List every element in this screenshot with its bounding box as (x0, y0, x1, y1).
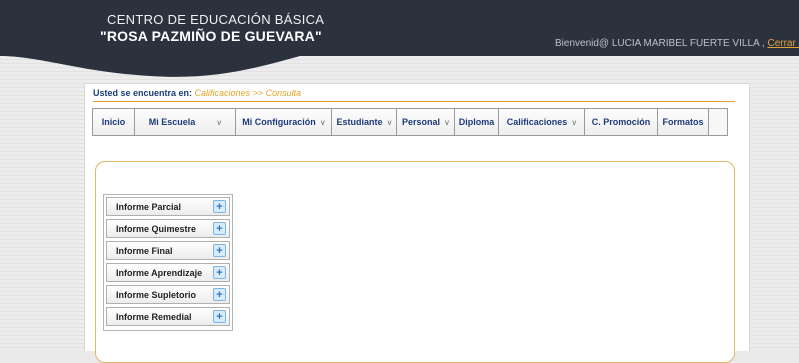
menu-item-mi-escuela[interactable]: Mi Escuela v (135, 109, 236, 135)
plus-icon: + (213, 266, 226, 279)
breadcrumb-prefix: Usted se encuentra en: (93, 88, 193, 98)
menu-item-label: Personal (401, 117, 441, 127)
report-button-parcial[interactable]: Informe Parcial + (106, 197, 230, 216)
welcome-message: Bienvenid@ LUCIA MARIBEL FUERTE VILLA , … (555, 38, 799, 49)
report-label: Informe Quimestre (116, 223, 197, 234)
menu-item-label: Inicio (101, 117, 126, 127)
welcome-text: Bienvenid@ LUCIA MARIBEL FUERTE VILLA , (555, 38, 765, 49)
report-button-supletorio[interactable]: Informe Supletorio + (106, 285, 230, 304)
menu-item-label: Diploma (458, 117, 495, 127)
plus-icon: + (213, 200, 226, 213)
menu-item-personal[interactable]: Personal v (397, 109, 455, 135)
school-name-line1: CENTRO DE EDUCACIÓN BÁSICA (107, 12, 325, 27)
menu-item-label: Calificaciones (506, 117, 568, 127)
menu-item-formatos[interactable]: Formatos (658, 109, 709, 135)
main-menu: Inicio Mi Escuela v Mi Configuración v Est… (92, 108, 728, 136)
report-button-final[interactable]: Informe Final + (106, 241, 230, 260)
chevron-down-icon: v (320, 118, 325, 127)
breadcrumb-divider (93, 101, 735, 102)
chevron-down-icon: v (445, 118, 450, 127)
report-list: Informe Parcial + Informe Quimestre + In… (103, 194, 233, 331)
plus-icon: + (213, 310, 226, 323)
report-label: Informe Remedial (116, 311, 192, 322)
chevron-down-icon: v (572, 118, 577, 127)
breadcrumb: Usted se encuentra en: Calificaciones >>… (93, 88, 301, 98)
menu-item-estudiante[interactable]: Estudiante v (332, 109, 397, 135)
menu-item-c-promocion[interactable]: C. Promoción (585, 109, 658, 135)
report-label: Informe Aprendizaje (116, 267, 203, 278)
menu-item-label: Mi Configuración (242, 117, 316, 127)
plus-icon: + (213, 222, 226, 235)
report-button-remedial[interactable]: Informe Remedial + (106, 307, 230, 326)
report-button-quimestre[interactable]: Informe Quimestre + (106, 219, 230, 238)
plus-icon: + (213, 288, 226, 301)
menu-item-inicio[interactable]: Inicio (93, 109, 135, 135)
menu-item-calificaciones[interactable]: Calificaciones v (499, 109, 585, 135)
report-button-aprendizaje[interactable]: Informe Aprendizaje + (106, 263, 230, 282)
menu-item-label: C. Promoción (591, 117, 651, 127)
breadcrumb-path[interactable]: Calificaciones >> Consulta (195, 88, 302, 98)
chevron-down-icon: v (217, 118, 222, 127)
menu-item-diploma[interactable]: Diploma (455, 109, 499, 135)
menu-item-label: Estudiante (336, 117, 383, 127)
plus-icon: + (213, 244, 226, 257)
menu-end-cap (709, 109, 727, 135)
school-name-line2: "ROSA PAZMIÑO DE GUEVARA" (100, 28, 322, 44)
report-label: Informe Final (116, 245, 173, 256)
chevron-down-icon: v (387, 118, 392, 127)
report-label: Informe Parcial (116, 201, 182, 212)
report-label: Informe Supletorio (116, 289, 197, 300)
logout-link[interactable]: Cerrar sesión (767, 38, 799, 49)
menu-item-label: Mi Escuela (148, 117, 196, 127)
menu-item-mi-configuracion[interactable]: Mi Configuración v (236, 109, 332, 135)
menu-item-label: Formatos (662, 117, 704, 127)
